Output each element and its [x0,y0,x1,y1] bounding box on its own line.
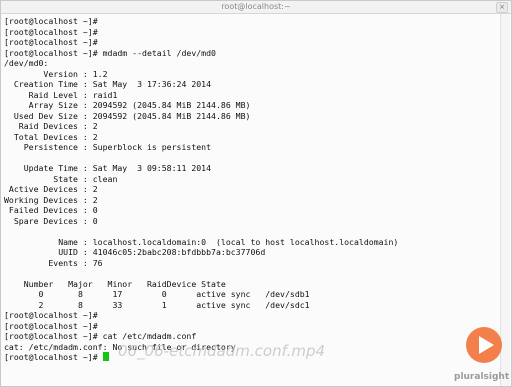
terminal-line: Active Devices : 2 [4,184,98,194]
terminal-line: [root@localhost ~]# [4,16,98,26]
terminal-line: Update Time : Sat May 3 09:58:11 2014 [4,163,212,173]
terminal-line: Version : 1.2 [4,68,108,79]
window-title: root@localhost:~ [221,2,291,11]
close-button[interactable]: × [496,2,508,13]
terminal-line: 0 8 17 0 active sync /dev/sdb1 [4,289,310,299]
terminal-line: State : clean [4,173,118,184]
terminal-line: [root@localhost ~]# mdadm --detail /dev/… [4,47,216,58]
terminal-line: [root@localhost ~]# [4,37,98,47]
play-icon [479,336,494,354]
pluralsight-logo: pluralsight [454,372,510,382]
terminal-line: Working Devices : 2 [4,194,98,205]
terminal-line: Creation Time : Sat May 3 17:36:24 2014 [4,79,212,89]
terminal-line: Total Devices : 2 [4,131,98,142]
terminal-line: [root@localhost ~]# cat /etc/mdadm.conf [4,331,197,341]
terminal-line: Raid Level : raid1 [4,89,118,100]
terminal-line: UUID : 41046c05:2babc208:bfdbbb7a:bc3770… [4,247,266,257]
terminal-line: Spare Devices : 0 [4,215,98,226]
terminal-line: [root@localhost ~]# [4,320,98,331]
terminal-line: Used Dev Size : 2094592 (2045.84 MiB 214… [4,110,251,121]
terminal-line: Number Major Minor RaidDevice State [4,278,226,289]
terminal-line: Name : localhost.localdomain:0 (local to… [4,236,399,247]
terminal-output[interactable]: [root@localhost ~]# [root@localhost ~]# [r… [4,16,498,376]
terminal-line: Persistence : Superblock is persistent [4,142,212,152]
terminal-line: Events : 76 [4,257,103,268]
video-filename-watermark: 06_06-etcmdadm.conf.mp4 [118,342,326,360]
terminal-line: /dev/md0: [4,58,49,68]
terminal-line: Raid Devices : 2 [4,121,98,131]
terminal-line: Array Size : 2094592 (2045.84 MiB 2144.8… [4,100,251,110]
terminal-window: root@localhost:~ × [root@localhost ~]# [r… [0,0,512,387]
terminal-line: [root@localhost ~]# [4,310,98,320]
title-bar[interactable]: root@localhost:~ × [1,1,511,14]
play-button[interactable] [466,327,502,363]
terminal-line: Failed Devices : 0 [4,205,98,215]
terminal-line: [root@localhost ~]# [4,26,98,37]
text-cursor [102,352,109,361]
terminal-line: 2 8 33 1 active sync /dev/sdc1 [4,299,310,310]
